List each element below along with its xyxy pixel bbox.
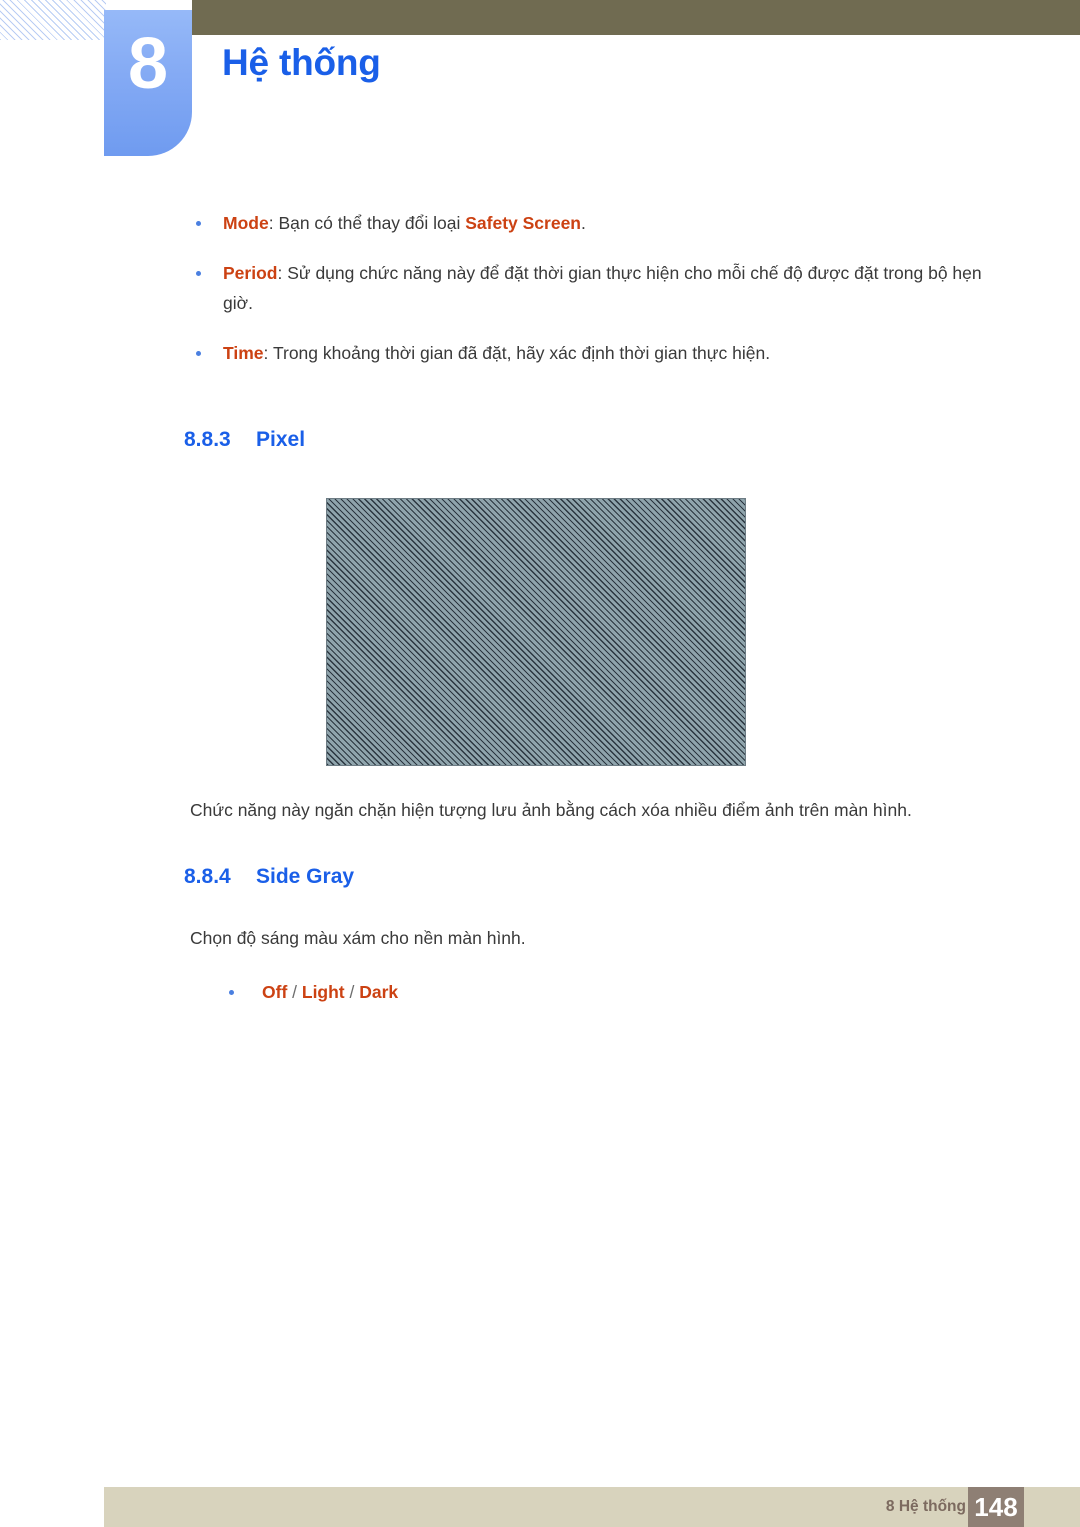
side-gray-description: Chọn độ sáng màu xám cho nền màn hình. bbox=[190, 928, 526, 948]
page-content: Mode: Bạn có thể thay đổi loại Safety Sc… bbox=[0, 208, 1080, 1027]
bullet-colon: : bbox=[263, 343, 273, 363]
page-title: Hệ thống bbox=[222, 42, 381, 83]
section-heading-side-gray: 8.8.4 Side Gray bbox=[0, 865, 1080, 889]
bullet-colon: : bbox=[268, 213, 279, 233]
pixel-caption: Chức năng này ngăn chặn hiện tượng lưu ả… bbox=[190, 800, 912, 820]
section-number: 8.8.3 bbox=[184, 428, 231, 451]
option-off: Off bbox=[262, 982, 288, 1002]
page-footer: 8 Hệ thống 148 bbox=[104, 1487, 1080, 1527]
option-separator: / bbox=[344, 982, 360, 1002]
bullet-text-before: Trong khoảng thời gian đã đặt, hãy xác đ… bbox=[272, 343, 771, 363]
bullet-term: Period bbox=[223, 263, 278, 283]
list-item: Off / Light / Dark bbox=[0, 977, 1080, 1007]
pixel-pattern-image bbox=[326, 498, 746, 766]
section-number: 8.8.4 bbox=[184, 865, 231, 888]
hatch-decoration bbox=[0, 0, 106, 40]
list-item: Time: Trong khoảng thời gian đã đặt, hãy… bbox=[0, 338, 1080, 368]
list-item: Mode: Bạn có thể thay đổi loại Safety Sc… bbox=[0, 208, 1080, 238]
option-separator: / bbox=[287, 982, 302, 1002]
section-heading-pixel: 8.8.3 Pixel bbox=[0, 428, 1080, 452]
bullet-term: Mode bbox=[223, 213, 269, 233]
bullet-term: Time bbox=[223, 343, 264, 363]
page-header: 8 Hệ thống bbox=[0, 0, 1080, 200]
side-gray-options-list: Off / Light / Dark bbox=[0, 977, 1080, 1007]
footer-chapter-label: 8 Hệ thống bbox=[885, 1498, 966, 1515]
page-number: 148 bbox=[968, 1487, 1024, 1527]
bullet-text-before: Sử dụng chức năng này để đặt thời gian t… bbox=[223, 263, 982, 313]
list-item: Period: Sử dụng chức năng này để đặt thờ… bbox=[0, 258, 1080, 318]
header-olive-bar bbox=[192, 0, 1080, 35]
bullet-text-after: . bbox=[581, 213, 586, 233]
settings-bullet-list: Mode: Bạn có thể thay đổi loại Safety Sc… bbox=[0, 208, 1080, 368]
bullet-text-before: Bạn có thể thay đổi loại bbox=[278, 213, 466, 233]
figure-container bbox=[0, 498, 1080, 771]
section-title: Side Gray bbox=[256, 865, 355, 888]
option-light: Light bbox=[301, 982, 345, 1002]
chapter-number-text: 8 bbox=[127, 24, 169, 104]
bullet-colon: : bbox=[277, 263, 288, 283]
section-title: Pixel bbox=[256, 428, 306, 451]
option-dark: Dark bbox=[359, 982, 399, 1002]
chapter-number-badge: 8 bbox=[104, 10, 192, 156]
bullet-emphasis: Safety Screen bbox=[465, 213, 581, 233]
